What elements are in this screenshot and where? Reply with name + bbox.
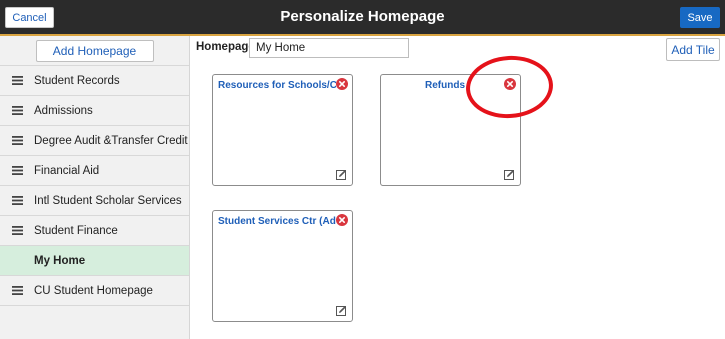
page-title: Personalize Homepage <box>280 8 445 25</box>
edit-tile-icon[interactable] <box>504 169 515 180</box>
add-tile-button[interactable]: Add Tile <box>666 38 720 61</box>
sidebar-item-financial-aid[interactable]: Financial Aid <box>0 156 189 186</box>
sidebar-item-cu-student-homepage[interactable]: CU Student Homepage <box>0 276 189 306</box>
tile-resources-for-schools[interactable]: Resources for Schools/Coll... <box>212 74 353 186</box>
drag-handle-icon[interactable] <box>0 226 34 235</box>
sidebar-item-label: Admissions <box>34 104 93 117</box>
sidebar-item-label: CU Student Homepage <box>34 284 153 297</box>
sidebar-item-student-records[interactable]: Student Records <box>0 66 189 96</box>
sidebar-item-label: Student Finance <box>34 224 118 237</box>
tile-refunds[interactable]: Refunds <box>380 74 521 186</box>
tile-title: Student Services Ctr (Admi... <box>218 216 336 227</box>
sidebar-item-label: Intl Student Scholar Services <box>34 194 182 207</box>
homepage-name-label: Homepage <box>196 41 255 53</box>
delete-tile-icon[interactable] <box>336 214 348 226</box>
homepage-editor: Homepage Add Tile Resources for Schools/… <box>191 36 725 339</box>
sidebar-item-student-finance[interactable]: Student Finance <box>0 216 189 246</box>
sidebar-item-label: Financial Aid <box>34 164 100 177</box>
homepage-sidebar: Add Homepage Student Records Admissions … <box>0 36 190 339</box>
sidebar-item-my-home[interactable]: My Home <box>0 246 189 276</box>
drag-handle-icon[interactable] <box>0 286 34 295</box>
add-homepage-button[interactable]: Add Homepage <box>35 39 154 62</box>
sidebar-item-label: Degree Audit &Transfer Credit <box>34 134 188 147</box>
title-bar: Cancel Personalize Homepage Save <box>0 0 725 34</box>
edit-tile-icon[interactable] <box>336 169 347 180</box>
tile-title: Resources for Schools/Coll... <box>218 80 336 91</box>
sidebar-item-degree-audit[interactable]: Degree Audit &Transfer Credit <box>0 126 189 156</box>
homepage-name-input[interactable] <box>249 38 409 58</box>
sidebar-item-intl-student-services[interactable]: Intl Student Scholar Services <box>0 186 189 216</box>
tile-title: Refunds <box>425 80 465 91</box>
sidebar-item-label: My Home <box>34 254 86 267</box>
drag-handle-icon[interactable] <box>0 196 34 205</box>
delete-tile-icon[interactable] <box>336 78 348 90</box>
drag-handle-icon[interactable] <box>0 136 34 145</box>
drag-handle-icon[interactable] <box>0 106 34 115</box>
edit-tile-icon[interactable] <box>336 305 347 316</box>
save-button[interactable]: Save <box>680 7 720 28</box>
delete-tile-icon[interactable] <box>504 78 516 90</box>
sidebar-item-admissions[interactable]: Admissions <box>0 96 189 126</box>
sidebar-item-label: Student Records <box>34 74 120 87</box>
drag-handle-icon[interactable] <box>0 166 34 175</box>
add-homepage-bar: Add Homepage <box>0 36 189 66</box>
tile-student-services-ctr[interactable]: Student Services Ctr (Admi... <box>212 210 353 322</box>
drag-handle-icon[interactable] <box>0 76 34 85</box>
